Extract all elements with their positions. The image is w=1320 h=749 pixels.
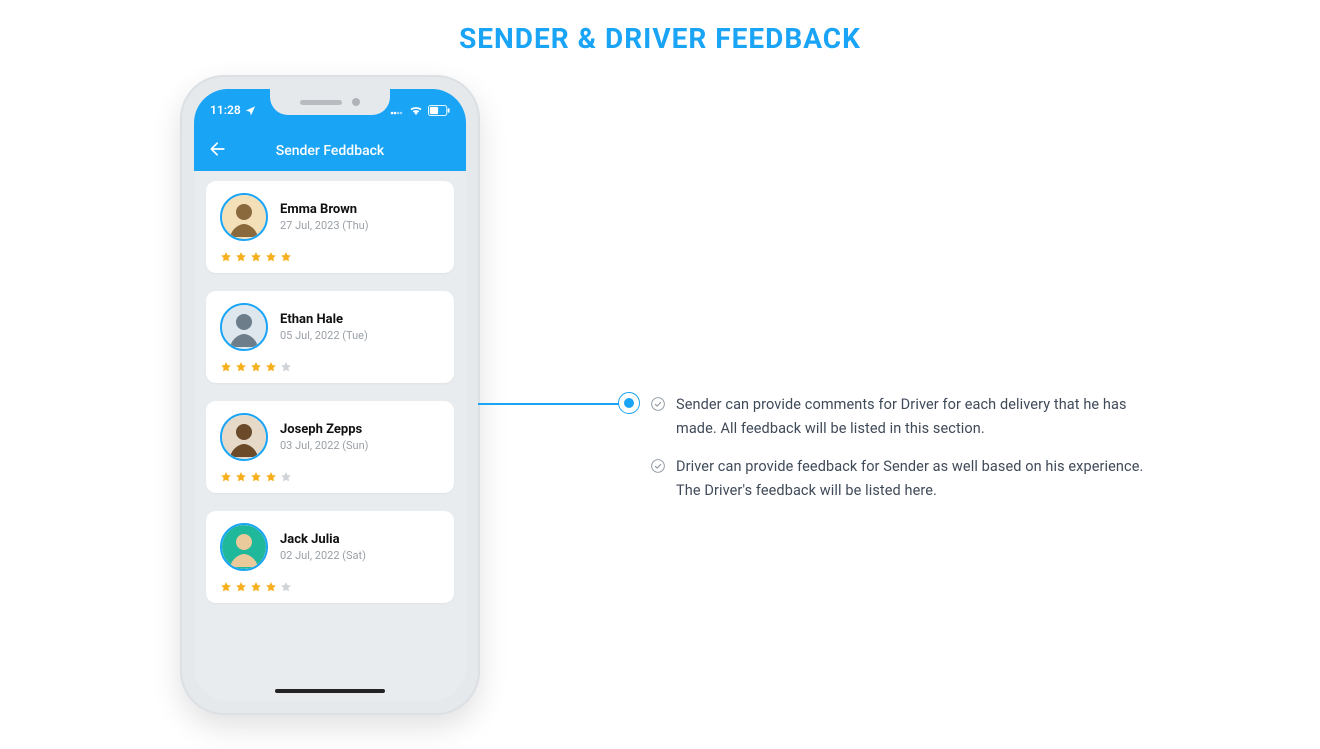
network-dots-icon <box>390 105 404 115</box>
feedback-name: Ethan Hale <box>280 312 368 327</box>
home-indicator[interactable] <box>275 689 385 693</box>
feedback-list[interactable]: Emma Brown 27 Jul, 2023 (Thu) Ethan Hale 05… <box>194 171 466 603</box>
location-arrow-icon <box>245 105 256 116</box>
feedback-card[interactable]: Emma Brown 27 Jul, 2023 (Thu) <box>206 181 454 273</box>
feedback-date: 02 Jul, 2022 (Sat) <box>280 549 366 562</box>
feature-bullets: Sender can provide comments for Driver f… <box>650 393 1170 517</box>
avatar <box>220 413 268 461</box>
page-heading: SENDER & DRIVER FEEDBACK <box>0 0 1320 55</box>
callout-line <box>478 403 633 405</box>
rating-stars <box>220 581 440 593</box>
avatar <box>220 303 268 351</box>
nav-bar: Sender Feddback <box>194 131 466 171</box>
nav-title: Sender Feddback <box>194 143 466 159</box>
rating-stars <box>220 471 440 483</box>
avatar <box>220 523 268 571</box>
feedback-card[interactable]: Ethan Hale 05 Jul, 2022 (Tue) <box>206 291 454 383</box>
status-time: 11:28 <box>210 103 241 117</box>
rating-stars <box>220 251 440 263</box>
battery-icon <box>428 105 450 116</box>
feature-bullet: Sender can provide comments for Driver f… <box>650 393 1170 441</box>
wifi-icon <box>409 105 423 115</box>
feedback-name: Emma Brown <box>280 202 369 217</box>
back-button[interactable] <box>208 139 228 163</box>
feedback-card[interactable]: Joseph Zepps 03 Jul, 2022 (Sun) <box>206 401 454 493</box>
avatar <box>220 193 268 241</box>
feedback-date: 03 Jul, 2022 (Sun) <box>280 439 369 452</box>
stage: 11:28 <box>0 55 1320 735</box>
feedback-name: Jack Julia <box>280 532 366 547</box>
feedback-date: 05 Jul, 2022 (Tue) <box>280 329 368 342</box>
callout-dot <box>618 392 640 414</box>
phone-notch <box>270 89 390 115</box>
rating-stars <box>220 361 440 373</box>
feedback-card[interactable]: Jack Julia 02 Jul, 2022 (Sat) <box>206 511 454 603</box>
feature-bullet: Driver can provide feedback for Sender a… <box>650 455 1170 503</box>
check-circle-icon <box>650 396 666 412</box>
bullet-text: Sender can provide comments for Driver f… <box>676 393 1170 441</box>
phone-frame: 11:28 <box>180 75 480 715</box>
check-circle-icon <box>650 458 666 474</box>
speaker-slot <box>300 100 342 105</box>
feedback-name: Joseph Zepps <box>280 422 369 437</box>
phone-screen: 11:28 <box>194 89 466 701</box>
bullet-text: Driver can provide feedback for Sender a… <box>676 455 1170 503</box>
feedback-date: 27 Jul, 2023 (Thu) <box>280 219 369 232</box>
front-camera <box>352 98 360 106</box>
